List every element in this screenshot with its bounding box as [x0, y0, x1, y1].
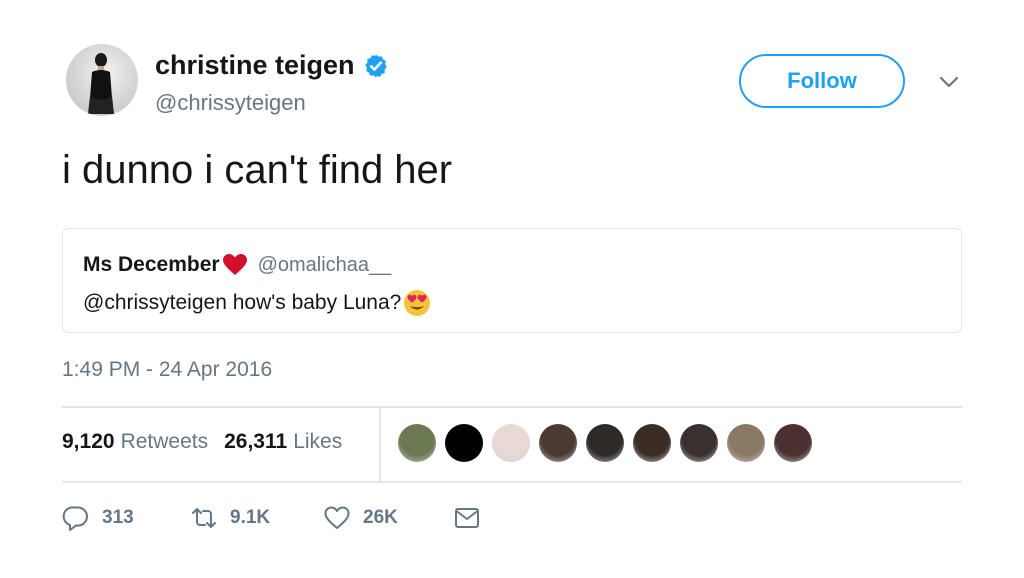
quoted-display-name: Ms December [83, 253, 220, 276]
author-name-row: christine teigen [155, 50, 389, 81]
profile-photo-figure [88, 53, 114, 114]
tweet-timestamp[interactable]: 1:49 PM - 24 Apr 2016 [62, 358, 272, 382]
like-button[interactable]: 26K [323, 504, 398, 532]
liker-avatars [398, 424, 821, 462]
tweet-stats: 9,120 Retweets 26,311 Likes [62, 430, 358, 454]
retweet-icon [192, 508, 216, 528]
envelope-icon [455, 508, 479, 528]
liker-avatar[interactable] [586, 424, 624, 462]
liker-avatar[interactable] [492, 424, 530, 462]
direct-message-button[interactable] [453, 504, 481, 532]
author-handle[interactable]: @chrissyteigen [155, 90, 306, 116]
quoted-tweet-header: Ms December @omalichaa__ [83, 253, 391, 277]
liker-avatar[interactable] [633, 424, 671, 462]
quoted-tweet-text: @chrissyteigen how's baby Luna? [83, 289, 431, 317]
divider-top [62, 406, 962, 408]
verified-badge-icon [364, 54, 387, 77]
reply-icon [62, 506, 88, 531]
liker-avatar[interactable] [398, 424, 436, 462]
liker-avatar[interactable] [445, 424, 483, 462]
liker-avatar[interactable] [774, 424, 812, 462]
follow-button[interactable]: Follow [739, 54, 905, 108]
quoted-handle: @omalichaa__ [257, 253, 392, 276]
retweet-button[interactable]: 9.1K [190, 504, 270, 532]
chevron-down-icon[interactable] [936, 72, 962, 92]
quoted-tweet[interactable]: Ms December @omalichaa__ @chrissyteigen … [62, 228, 962, 333]
likes-count: 26,311 [224, 430, 288, 453]
tweet-text: i dunno i can't find her [62, 148, 453, 192]
liker-avatar[interactable] [727, 424, 765, 462]
quoted-tweet-body: @chrissyteigen how's baby Luna? [83, 291, 402, 314]
retweets-count: 9,120 [62, 430, 115, 453]
liker-avatar[interactable] [680, 424, 718, 462]
liker-avatar[interactable] [539, 424, 577, 462]
heart-icon [324, 506, 350, 529]
avatar[interactable] [66, 44, 138, 116]
reply-count: 313 [102, 507, 134, 528]
likes-stat[interactable]: 26,311 Likes [224, 430, 342, 454]
divider-bottom [62, 481, 962, 483]
retweets-label: Retweets [120, 430, 209, 453]
red-heart-icon [222, 254, 247, 275]
like-count: 26K [363, 507, 398, 528]
likes-label: Likes [293, 430, 343, 453]
heart-eyes-emoji-icon [404, 290, 431, 316]
display-name[interactable]: christine teigen [155, 50, 355, 81]
retweet-count: 9.1K [230, 507, 271, 528]
retweets-stat[interactable]: 9,120 Retweets [62, 430, 208, 454]
reply-button[interactable]: 313 [62, 504, 134, 532]
stats-separator [379, 406, 381, 481]
